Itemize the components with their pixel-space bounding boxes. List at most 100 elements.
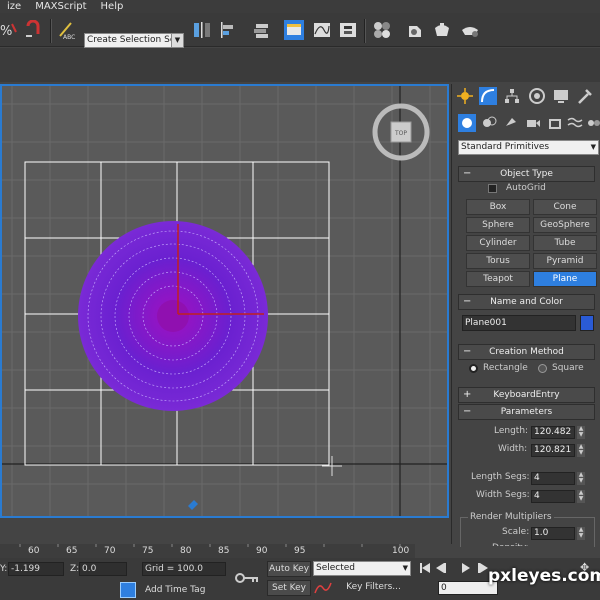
command-panel: Standard Primitives ▼ − Object Type AutoG…: [451, 84, 600, 547]
watermark-text: pxleyes.com: [488, 566, 600, 586]
rectangle-label: Rectangle: [483, 363, 528, 373]
spinner-snap-icon[interactable]: [24, 20, 44, 40]
primitives-dropdown[interactable]: Standard Primitives ▼: [458, 140, 599, 155]
spinner-arrows-icon[interactable]: ▲ ▼: [577, 472, 585, 485]
viewcube-icon[interactable]: TOP: [372, 103, 430, 161]
play-icon[interactable]: [462, 563, 470, 573]
go-to-start-icon[interactable]: [420, 563, 430, 573]
shapes-category-icon[interactable]: [480, 114, 498, 132]
square-radio[interactable]: [538, 364, 547, 373]
z-coord-field[interactable]: 0.0: [79, 562, 127, 576]
helpers-category-icon[interactable]: [546, 114, 564, 132]
layer-manager-icon[interactable]: [252, 20, 272, 40]
timeline-ticks: [19, 544, 401, 547]
key-mode-dropdown[interactable]: Selected ▼: [313, 561, 411, 576]
width-label: Width:: [498, 444, 528, 454]
systems-category-icon[interactable]: [584, 114, 600, 132]
length-spinner[interactable]: 120.482: [531, 426, 575, 439]
box-button[interactable]: Box: [466, 199, 530, 215]
creation-method-rollout-header[interactable]: − Creation Method: [458, 344, 595, 360]
length-segs-spinner[interactable]: 4: [531, 472, 575, 485]
pyramid-button[interactable]: Pyramid: [533, 253, 597, 269]
top-viewport[interactable]: TOP: [0, 84, 449, 518]
align-icon[interactable]: [218, 20, 238, 40]
add-time-tag-button[interactable]: Add Time Tag: [145, 585, 205, 595]
geosphere-button[interactable]: GeoSphere: [533, 217, 597, 233]
menu-item-customize[interactable]: ize: [0, 0, 28, 13]
geometry-category-icon[interactable]: [458, 114, 476, 132]
autogrid-label: AutoGrid: [506, 183, 546, 193]
object-type-rollout-header[interactable]: − Object Type: [458, 166, 595, 182]
density-label: Density:: [492, 543, 529, 546]
creation-method-title: Creation Method: [489, 347, 564, 357]
menu-item-help[interactable]: Help: [94, 0, 131, 13]
next-frame-icon[interactable]: [478, 563, 488, 573]
timeline-tick-label: 80: [180, 546, 192, 556]
object-color-swatch[interactable]: [580, 315, 594, 331]
spinner-arrows-icon[interactable]: ▲ ▼: [577, 444, 585, 457]
cameras-category-icon[interactable]: [524, 114, 542, 132]
mirror-icon[interactable]: [192, 20, 212, 40]
material-editor-icon[interactable]: [372, 20, 392, 40]
rendered-frame-window-icon[interactable]: [432, 20, 452, 40]
render-production-icon[interactable]: [460, 20, 480, 40]
object-name-field[interactable]: Plane001: [462, 315, 576, 331]
render-setup-icon[interactable]: [405, 20, 425, 40]
utilities-tab-icon[interactable]: [576, 87, 594, 105]
playback-controls: [420, 563, 488, 573]
cone-button[interactable]: Cone: [533, 199, 597, 215]
timeline-tick-label: 100: [392, 546, 410, 556]
auto-key-button[interactable]: Auto Key: [267, 561, 311, 577]
width-segs-spinner[interactable]: 4: [531, 490, 575, 503]
key-mode-value: Selected: [316, 563, 356, 573]
create-selection-set-dropdown[interactable]: Create Selection Se ▼: [84, 33, 184, 48]
toolbar-separator: [50, 19, 52, 43]
object-type-title: Object Type: [500, 169, 553, 179]
schematic-view-icon[interactable]: [338, 20, 358, 40]
menu-item-maxscript[interactable]: MAXScript: [28, 0, 93, 13]
percent-snap-icon[interactable]: %: [0, 20, 20, 40]
curve-editor-icon[interactable]: [312, 20, 332, 40]
axis-tripod-icon: [188, 500, 198, 510]
chevron-down-icon: ▼: [171, 34, 183, 47]
timeline-ruler[interactable]: 60 65 70 75 80 85 90 95 100: [0, 544, 415, 558]
modify-tab-icon[interactable]: [479, 87, 497, 105]
autogrid-checkbox[interactable]: [488, 184, 497, 193]
key-tangent-icon[interactable]: [313, 580, 333, 596]
keyboard-entry-rollout-header[interactable]: + KeyboardEntry: [458, 387, 595, 403]
spinner-arrows-icon[interactable]: ▲ ▼: [577, 527, 585, 540]
hierarchy-tab-icon[interactable]: [503, 87, 521, 105]
key-filters-button[interactable]: Key Filters...: [336, 580, 411, 596]
tube-button[interactable]: Tube: [533, 235, 597, 251]
time-tag-icon[interactable]: [120, 582, 136, 598]
display-tab-icon[interactable]: [552, 87, 570, 105]
width-segs-label: Width Segs:: [476, 490, 530, 500]
space-warps-category-icon[interactable]: [566, 114, 584, 132]
sphere-button[interactable]: Sphere: [466, 217, 530, 233]
spinner-arrows-icon[interactable]: ▲ ▼: [577, 426, 585, 439]
scale-spinner[interactable]: 1.0: [531, 527, 575, 540]
set-key-button[interactable]: Set Key: [267, 580, 311, 596]
scene-explorer-icon[interactable]: [284, 20, 304, 40]
parameters-rollout-header[interactable]: − Parameters: [458, 404, 595, 420]
create-tab-icon[interactable]: [456, 87, 474, 105]
sphere-object[interactable]: [78, 221, 268, 411]
keyboard-entry-title: KeyboardEntry: [493, 390, 560, 400]
edit-named-selection-icon[interactable]: ABC: [57, 20, 77, 40]
rectangle-radio[interactable]: [469, 364, 478, 373]
cylinder-button[interactable]: Cylinder: [466, 235, 530, 251]
name-color-rollout-header[interactable]: − Name and Color: [458, 294, 595, 310]
collapse-icon: −: [463, 346, 472, 357]
torus-button[interactable]: Torus: [466, 253, 530, 269]
motion-tab-icon[interactable]: [528, 87, 546, 105]
lights-category-icon[interactable]: [502, 114, 520, 132]
grid-size-readout: Grid = 100.0: [142, 562, 226, 576]
width-spinner[interactable]: 120.821: [531, 444, 575, 457]
plane-button[interactable]: Plane: [533, 271, 597, 287]
spinner-arrows-icon[interactable]: ▲ ▼: [577, 490, 585, 503]
y-coord-field[interactable]: -1.199: [8, 562, 64, 576]
previous-frame-icon[interactable]: [436, 563, 446, 573]
teapot-button[interactable]: Teapot: [466, 271, 530, 287]
key-icon[interactable]: [234, 568, 260, 588]
chevron-down-icon: ▼: [590, 143, 596, 151]
